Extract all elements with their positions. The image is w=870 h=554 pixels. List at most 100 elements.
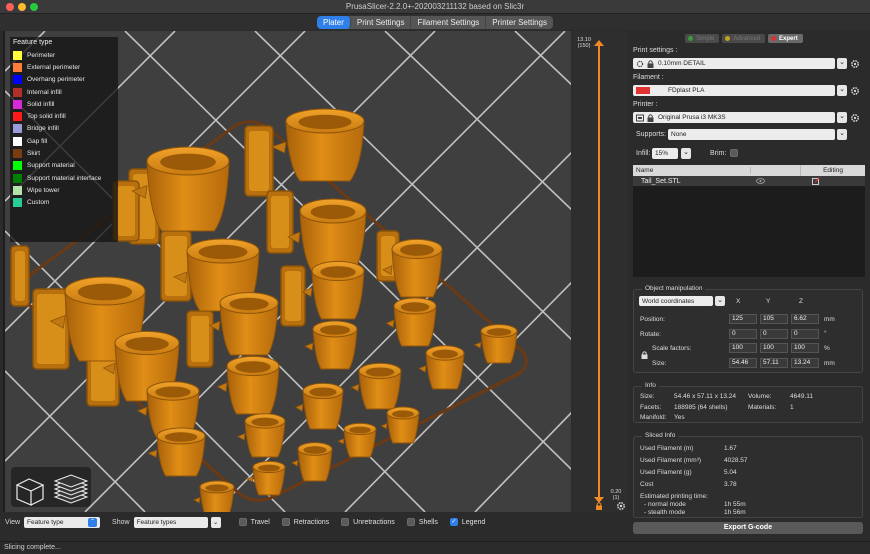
lock-scale-icon[interactable] [641, 351, 648, 359]
supports-value: None [671, 131, 687, 138]
used-filament-g-label: Used Filament (g) [640, 469, 692, 476]
legend-swatch [13, 99, 22, 109]
brim-checkbox[interactable] [730, 149, 738, 157]
column-editing[interactable]: Editing [801, 167, 865, 174]
object-row[interactable]: Tail_Set.STL [633, 176, 865, 186]
size-z-input[interactable]: 13.24 [791, 358, 819, 368]
rotate-z-input[interactable]: 0 [791, 329, 819, 339]
shells-label: Shells [418, 518, 438, 526]
view-type-value: Feature type [27, 518, 64, 526]
legend-checkbox[interactable]: ✓ Legend [449, 518, 485, 526]
legend-item: Wipe tower [13, 184, 115, 196]
scale-z-input[interactable]: 100 [791, 343, 819, 353]
coordinates-value: World coordinates [642, 297, 695, 305]
3d-preview-viewport[interactable]: Feature type Perimeter External perimeter… [3, 31, 571, 512]
column-visibility[interactable] [751, 165, 801, 176]
printed-cup [216, 355, 280, 415]
show-features-dropdown-button[interactable]: ⌄ [210, 516, 221, 528]
filament-color-swatch[interactable] [636, 87, 650, 94]
supports-combo[interactable]: None [668, 129, 835, 140]
eye-icon[interactable] [756, 178, 765, 184]
travel-checkbox[interactable]: Travel [238, 518, 270, 526]
layer-slider[interactable]: 13.10 (150) 0.20 (1) [572, 31, 628, 512]
print-settings-value: 0.10mm DETAIL [658, 60, 706, 67]
filament-value: FDplast PLA [668, 87, 705, 94]
slider-track[interactable] [598, 43, 600, 501]
legend-item: Support material interface [13, 172, 115, 184]
size-y-input[interactable]: 57.11 [760, 358, 788, 368]
object-name[interactable]: Tail_Set.STL [641, 178, 681, 185]
retractions-checkbox-box[interactable] [281, 518, 290, 526]
mode-advanced-button[interactable]: Advanced [722, 34, 766, 43]
supports-dropdown-button[interactable]: ⌄ [837, 129, 847, 140]
filament-label: Filament : [633, 74, 664, 81]
chevron-down-icon: ⌄ [212, 519, 219, 526]
coordinates-dropdown-button[interactable]: ⌄ [715, 296, 725, 306]
legend-panel: Feature type Perimeter External perimeter… [10, 37, 118, 242]
scale-y-input[interactable]: 100 [760, 343, 788, 353]
column-name[interactable]: Name [633, 167, 751, 174]
unretractions-checkbox-box[interactable] [341, 518, 350, 526]
name-plate [160, 230, 192, 302]
printed-cup [147, 427, 206, 477]
scale-x-input[interactable]: 100 [729, 343, 757, 353]
coordinates-combo[interactable]: World coordinates [639, 296, 713, 306]
printed-cup [382, 238, 443, 298]
travel-label: Travel [250, 518, 270, 526]
size-x-input[interactable]: 54.46 [729, 358, 757, 368]
rotate-x-input[interactable]: 0 [729, 329, 757, 339]
view-label: View [5, 518, 21, 526]
rotate-y-input[interactable]: 0 [760, 329, 788, 339]
shells-checkbox-box[interactable] [406, 518, 415, 526]
mode-simple-button[interactable]: Simple [685, 34, 720, 43]
legend-item-label: Gap fill [27, 137, 48, 145]
legend-checkbox-box[interactable]: ✓ [449, 518, 458, 526]
tab-printer-settings[interactable]: Printer Settings [486, 16, 553, 29]
unretractions-label: Unretractions [353, 518, 395, 526]
layers-view-icon[interactable] [53, 474, 89, 504]
view-type-select[interactable]: Feature type ⌃ [24, 516, 101, 528]
infill-dropdown-button[interactable]: ⌄ [681, 148, 691, 159]
printer-dropdown-button[interactable]: ⌄ [837, 112, 847, 123]
legend-item: Top solid infill [13, 110, 115, 122]
position-x-input[interactable]: 125 [729, 314, 757, 324]
show-features-select[interactable]: Feature types [133, 516, 208, 528]
print-settings-gear-icon[interactable] [850, 59, 860, 69]
export-gcode-button[interactable]: Export G-code [633, 522, 863, 534]
printed-cup [301, 260, 365, 320]
print-settings-dropdown-button[interactable]: ⌄ [837, 58, 847, 69]
infill-combo[interactable]: 15% [652, 148, 678, 159]
retractions-label: Retractions [293, 518, 330, 526]
print-settings-combo[interactable]: 0.10mm DETAIL [633, 58, 835, 69]
tab-print-settings[interactable]: Print Settings [351, 15, 412, 29]
lock-icon[interactable] [595, 502, 603, 510]
unretractions-checkbox[interactable]: Unretractions [341, 518, 395, 526]
retractions-checkbox[interactable]: Retractions [281, 518, 330, 526]
name-plate [266, 190, 294, 254]
printed-cup [337, 422, 377, 458]
tab-plater[interactable]: Plater [317, 15, 351, 29]
position-z-input[interactable]: 6.62 [791, 314, 819, 324]
printer-combo[interactable]: Original Prusa i3 MK3S [633, 112, 835, 123]
gear-icon[interactable] [616, 501, 626, 511]
object-list[interactable]: Name Editing Tail_Set.STL [633, 165, 865, 277]
slider-upper-thumb-icon[interactable] [594, 40, 604, 46]
travel-checkbox-box[interactable] [238, 518, 247, 526]
print-settings-label: Print settings : [633, 47, 678, 54]
printed-cup [290, 442, 333, 482]
printer-value: Original Prusa i3 MK3S [658, 114, 726, 121]
edit-icon[interactable] [812, 177, 820, 185]
mode-expert-button[interactable]: Expert [768, 34, 803, 43]
printed-cup [246, 460, 286, 496]
filament-combo[interactable]: FDplast PLA [633, 85, 835, 96]
legend-item: Support material [13, 160, 115, 172]
filament-dropdown-button[interactable]: ⌄ [837, 85, 847, 96]
position-y-input[interactable]: 105 [760, 314, 788, 324]
expert-dot-icon [771, 36, 777, 41]
legend-swatch [13, 161, 22, 171]
shells-checkbox[interactable]: Shells [406, 518, 438, 526]
printer-gear-icon[interactable] [850, 113, 860, 123]
tab-filament-settings[interactable]: Filament Settings [411, 15, 487, 29]
filament-gear-icon[interactable] [850, 86, 860, 96]
infill-value: 15% [655, 150, 669, 157]
